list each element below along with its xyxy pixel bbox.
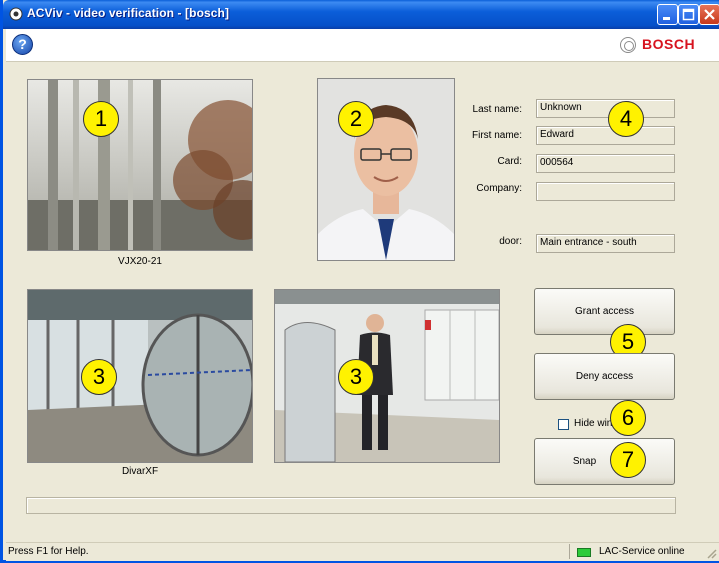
maximize-icon [682,8,695,21]
status-bar: Press F1 for Help. LAC-Service online [6,542,719,561]
camera-view-1[interactable] [27,79,253,251]
callout-badge-3b: 3 [338,359,374,395]
last-name-label: Last name: [472,104,522,115]
camera-image-3 [28,290,252,462]
brand-name: BOSCH [642,36,696,52]
client-area: ? BOSCH VJX20-21 1 2 Last name: Unknown … [6,29,719,561]
camera-view-4[interactable] [274,289,500,463]
grant-access-button[interactable]: Grant access [534,288,675,335]
card-label: Card: [497,156,522,167]
minimize-icon [663,17,670,20]
portrait-image [318,79,454,260]
service-status-led-icon [577,548,591,557]
callout-badge-6: 6 [610,400,646,436]
help-icon[interactable]: ? [12,34,33,55]
camera-caption-1: VJX20-21 [118,256,162,267]
service-status-text: LAC-Service online [599,546,685,557]
snapshot-button-label: Snap [572,456,597,467]
cardholder-photo [317,78,455,261]
header-strip: ? BOSCH [6,29,719,62]
first-name-field: Edward [536,126,675,145]
first-name-label: First name: [471,130,522,141]
app-window: ACViv - video verification - [bosch] ? B… [0,0,719,563]
camera-view-3[interactable] [27,289,253,463]
resize-grip-icon[interactable] [705,547,717,559]
callout-badge-7: 7 [610,442,646,478]
door-label: door: [499,236,522,247]
camera-caption-3: DivarXF [121,466,159,477]
bosch-anchor-icon [620,37,636,53]
callout-badge-2: 2 [338,101,374,137]
maximize-button[interactable] [678,4,699,25]
hide-window-checkbox[interactable] [558,419,569,430]
close-icon [704,9,715,20]
company-field [536,182,675,201]
door-field: Main entrance - south [536,234,675,253]
close-button[interactable] [699,4,719,25]
last-name-field: Unknown [536,99,675,118]
camera-image-1 [28,80,252,250]
callout-badge-3a: 3 [81,359,117,395]
deny-access-button[interactable]: Deny access [534,353,675,400]
callout-badge-4: 4 [608,101,644,137]
title-bar[interactable]: ACViv - video verification - [bosch] [3,0,719,29]
window-title: ACViv - video verification - [bosch] [27,6,230,20]
app-icon [9,7,23,21]
progress-bar [26,497,676,514]
camera-image-4 [275,290,499,462]
company-label: Company: [476,183,522,194]
callout-badge-1: 1 [83,101,119,137]
snapshot-button[interactable]: Snap [534,438,675,485]
card-field: 000564 [536,154,675,173]
status-help-text: Press F1 for Help. [8,546,89,557]
minimize-button[interactable] [657,4,678,25]
